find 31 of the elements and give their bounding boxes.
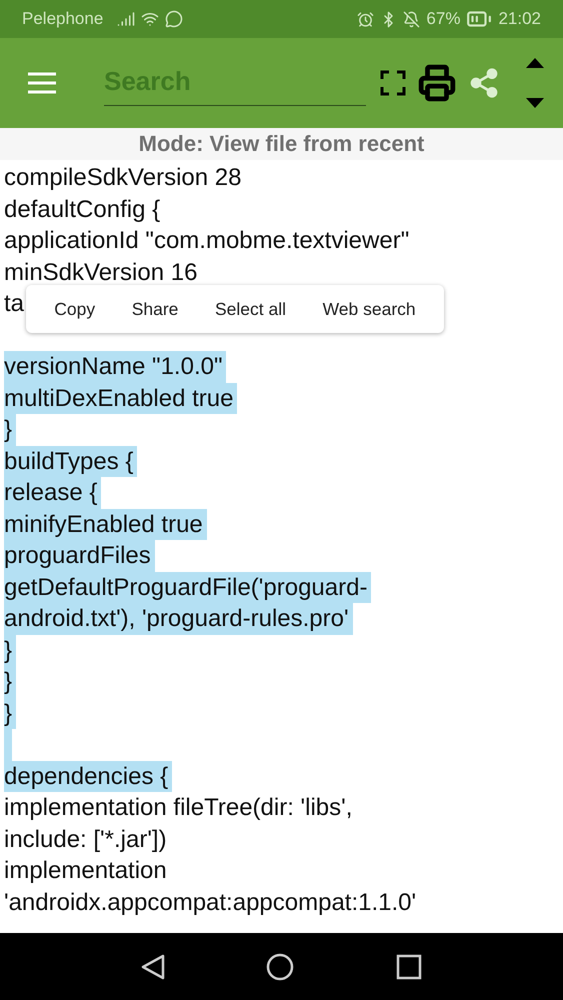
home-button[interactable]	[266, 952, 294, 980]
menu-button[interactable]	[26, 71, 58, 95]
fullscreen-button[interactable]	[380, 70, 406, 96]
menu-item[interactable]: Web search	[316, 294, 422, 324]
scroll-down-icon[interactable]	[526, 98, 544, 108]
carrier-name: Pelephone	[22, 9, 104, 29]
code-line: implementation fileTree(dir: 'libs',	[4, 793, 354, 823]
share-button[interactable]	[468, 67, 500, 99]
code-line: implementation	[4, 856, 168, 886]
menu-item[interactable]: Share	[126, 294, 184, 324]
code-line: compileSdkVersion 28	[4, 163, 242, 193]
alarm-icon	[357, 10, 374, 28]
print-button[interactable]	[418, 64, 456, 102]
code-line: minSdkVersion 16	[4, 258, 198, 288]
signal-icon	[117, 10, 136, 28]
recents-button[interactable]	[396, 954, 422, 980]
battery-percent: 67%	[426, 9, 460, 29]
code-line: 'androidx.appcompat:appcompat:1.1.0'	[4, 888, 418, 918]
menu-item[interactable]: Select all	[209, 294, 292, 324]
code-line: include: ['*.jar'])	[4, 824, 168, 854]
scroll-up-icon[interactable]	[526, 58, 544, 68]
muted-bell-icon	[403, 10, 420, 28]
code-line: defaultConfig {	[4, 194, 162, 224]
code-line: applicationId "com.mobme.textviewer"	[4, 226, 410, 256]
clock-time: 21:02	[498, 9, 541, 29]
chat-icon	[165, 10, 184, 28]
code-line: ta	[4, 289, 26, 319]
wifi-icon	[141, 10, 160, 28]
mode-label: Mode: View file from recent	[138, 131, 424, 157]
menu-item[interactable]: Copy	[48, 294, 102, 324]
back-button[interactable]	[140, 954, 165, 980]
